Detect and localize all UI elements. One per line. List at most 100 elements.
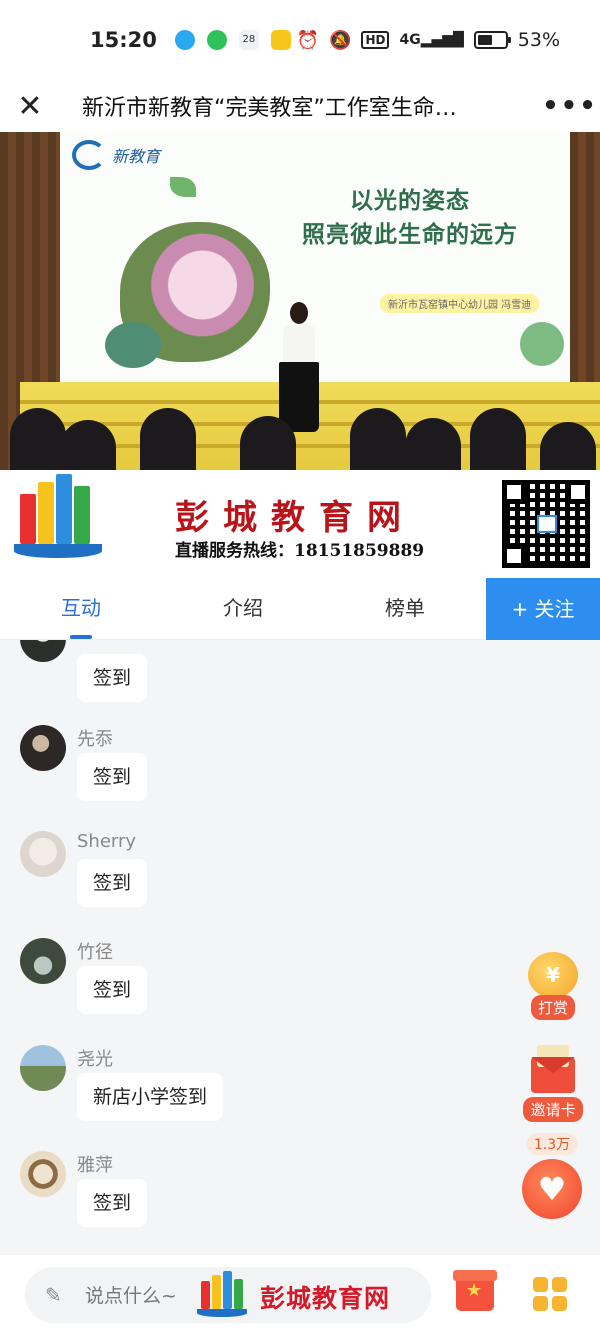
calendar-icon: 28 [238, 30, 259, 50]
message-bubble: 签到 [77, 654, 148, 702]
circle-decoration [520, 322, 564, 366]
mute-icon: 🔕 [329, 29, 352, 51]
grid-cell [552, 1296, 567, 1311]
tab-ranking[interactable]: 榜单 [324, 578, 486, 639]
system-status: ⏰ 🔕 HD 4G▂▄▆█ 53% [297, 29, 560, 51]
speaker-head [290, 302, 308, 324]
screen-logo-text: 新教育 [112, 147, 161, 166]
screen-title-line1: 以光的姿态 [350, 188, 470, 214]
banner-hotline: 直播服务热线：18151859889 [175, 541, 425, 561]
invite-card-button[interactable]: 邀请卡 [520, 1045, 586, 1122]
battery-fill [477, 35, 492, 45]
reward-label: 打赏 [530, 995, 575, 1020]
book-page [201, 1281, 210, 1309]
more-icon[interactable]: ••• [540, 91, 600, 121]
heart-icon: ♥ [522, 1159, 582, 1219]
chat-list[interactable]: 签到 先忝 签到 Sherry 签到 竹径 签到 尧光 新店小学签到 雅萍 签到 [0, 640, 600, 1255]
sender-name: Sherry [77, 831, 137, 852]
signal-icon: 4G▂▄▆█ [399, 32, 464, 48]
more-apps-icon[interactable] [533, 1277, 567, 1311]
sender-name: 竹径 [77, 942, 113, 963]
battery-percent: 53% [517, 29, 560, 51]
comment-input[interactable]: ✎ 说点什么~ 彭城教育网 [25, 1267, 431, 1323]
qr-finder [502, 544, 526, 568]
pencil-icon: ✎ [45, 1283, 62, 1307]
bottom-bar: ✎ 说点什么~ 彭城教育网 [0, 1255, 600, 1333]
like-count: 1.3万 [526, 1133, 578, 1155]
network-label: 4G [399, 32, 421, 48]
tab-intro[interactable]: 介绍 [162, 578, 324, 639]
coin-icon: ¥ [528, 952, 578, 998]
audience [0, 402, 600, 470]
sender-name: 先忝 [77, 729, 113, 750]
qr-logo-icon [537, 515, 557, 533]
hd-icon: HD [361, 31, 390, 49]
qr-code [502, 480, 590, 568]
blob-decoration [105, 322, 161, 368]
tab-bar: 互动 介绍 榜单 + 关注 [0, 578, 600, 640]
screen-title-line2: 照亮彼此生命的远方 [302, 222, 518, 248]
envelope-icon [531, 1045, 575, 1093]
avatar [20, 938, 66, 984]
page-title: 新沂市新教育“完美教室”工作室生命… [82, 96, 457, 121]
watermark-book-icon [195, 1271, 251, 1321]
leaf-decoration [170, 177, 196, 197]
book-page [56, 474, 72, 544]
avatar [20, 831, 66, 877]
reward-button[interactable]: ¥ 打赏 [522, 952, 584, 1020]
sender-name: 尧光 [77, 1049, 113, 1070]
close-icon[interactable]: ✕ [0, 89, 60, 124]
book-swoosh [197, 1309, 247, 1317]
gift-icon[interactable] [453, 1270, 497, 1311]
screen-title: 以光的姿态 照亮彼此生命的远方 [260, 184, 560, 252]
qr-finder [502, 480, 526, 504]
sender-name: 雅萍 [77, 1155, 113, 1176]
speaker-blouse [283, 324, 315, 364]
message-bubble: 签到 [77, 859, 148, 907]
book-page [212, 1275, 221, 1309]
app-7-icon [270, 30, 291, 50]
avatar [20, 1151, 66, 1197]
book-logo-icon [10, 474, 106, 566]
battery-icon [473, 31, 511, 49]
watermark-text: 彭城教育网 [260, 1284, 391, 1313]
book-page [234, 1279, 243, 1309]
message-bubble: 签到 [77, 966, 148, 1014]
comment-placeholder: 说点什么~ [85, 1285, 177, 1307]
book-page [20, 494, 36, 544]
new-education-logo-icon [72, 140, 106, 170]
message-bubble: 新店小学签到 [77, 1073, 224, 1121]
audience-head [240, 416, 296, 470]
status-time: 15:20 [90, 28, 157, 52]
audience-head [140, 408, 196, 470]
audience-head [470, 408, 526, 470]
audience-head [405, 418, 461, 470]
tab-interact[interactable]: 互动 [0, 578, 162, 639]
message-bubble: 签到 [77, 753, 148, 801]
alarm-icon: ⏰ [296, 29, 320, 51]
live-video-player[interactable]: 新教育 以光的姿态 照亮彼此生命的远方 新沂市瓦窑镇中心幼儿园 冯雪迪 [0, 132, 600, 470]
banner-title: 彭城教育网 [175, 498, 415, 538]
audience-head [10, 408, 66, 470]
chat-app-icon [206, 30, 227, 50]
message-bubble: 签到 [77, 1179, 148, 1227]
audience-head [60, 420, 116, 470]
status-bar: 15:20 28 ⏰ 🔕 HD 4G▂▄▆█ 53% [0, 0, 600, 80]
audience-head [540, 422, 596, 470]
avatar [20, 640, 66, 662]
book-page [223, 1271, 232, 1309]
qq-icon [174, 30, 195, 50]
grid-cell [552, 1277, 567, 1292]
avatar [20, 1045, 66, 1091]
like-button[interactable]: 1.3万 ♥ [520, 1133, 584, 1219]
audience-head [350, 408, 406, 470]
grid-cell [533, 1296, 548, 1311]
follow-button[interactable]: + 关注 [486, 578, 600, 640]
status-app-icons: 28 [174, 30, 291, 50]
qr-finder [566, 480, 590, 504]
avatar [20, 725, 66, 771]
book-page [74, 486, 90, 544]
book-swoosh [14, 544, 102, 558]
screen-subtitle: 新沂市瓦窑镇中心幼儿园 冯雪迪 [380, 294, 540, 313]
nav-bar: ✕ 新沂市新教育“完美教室”工作室生命… ••• [0, 80, 600, 132]
